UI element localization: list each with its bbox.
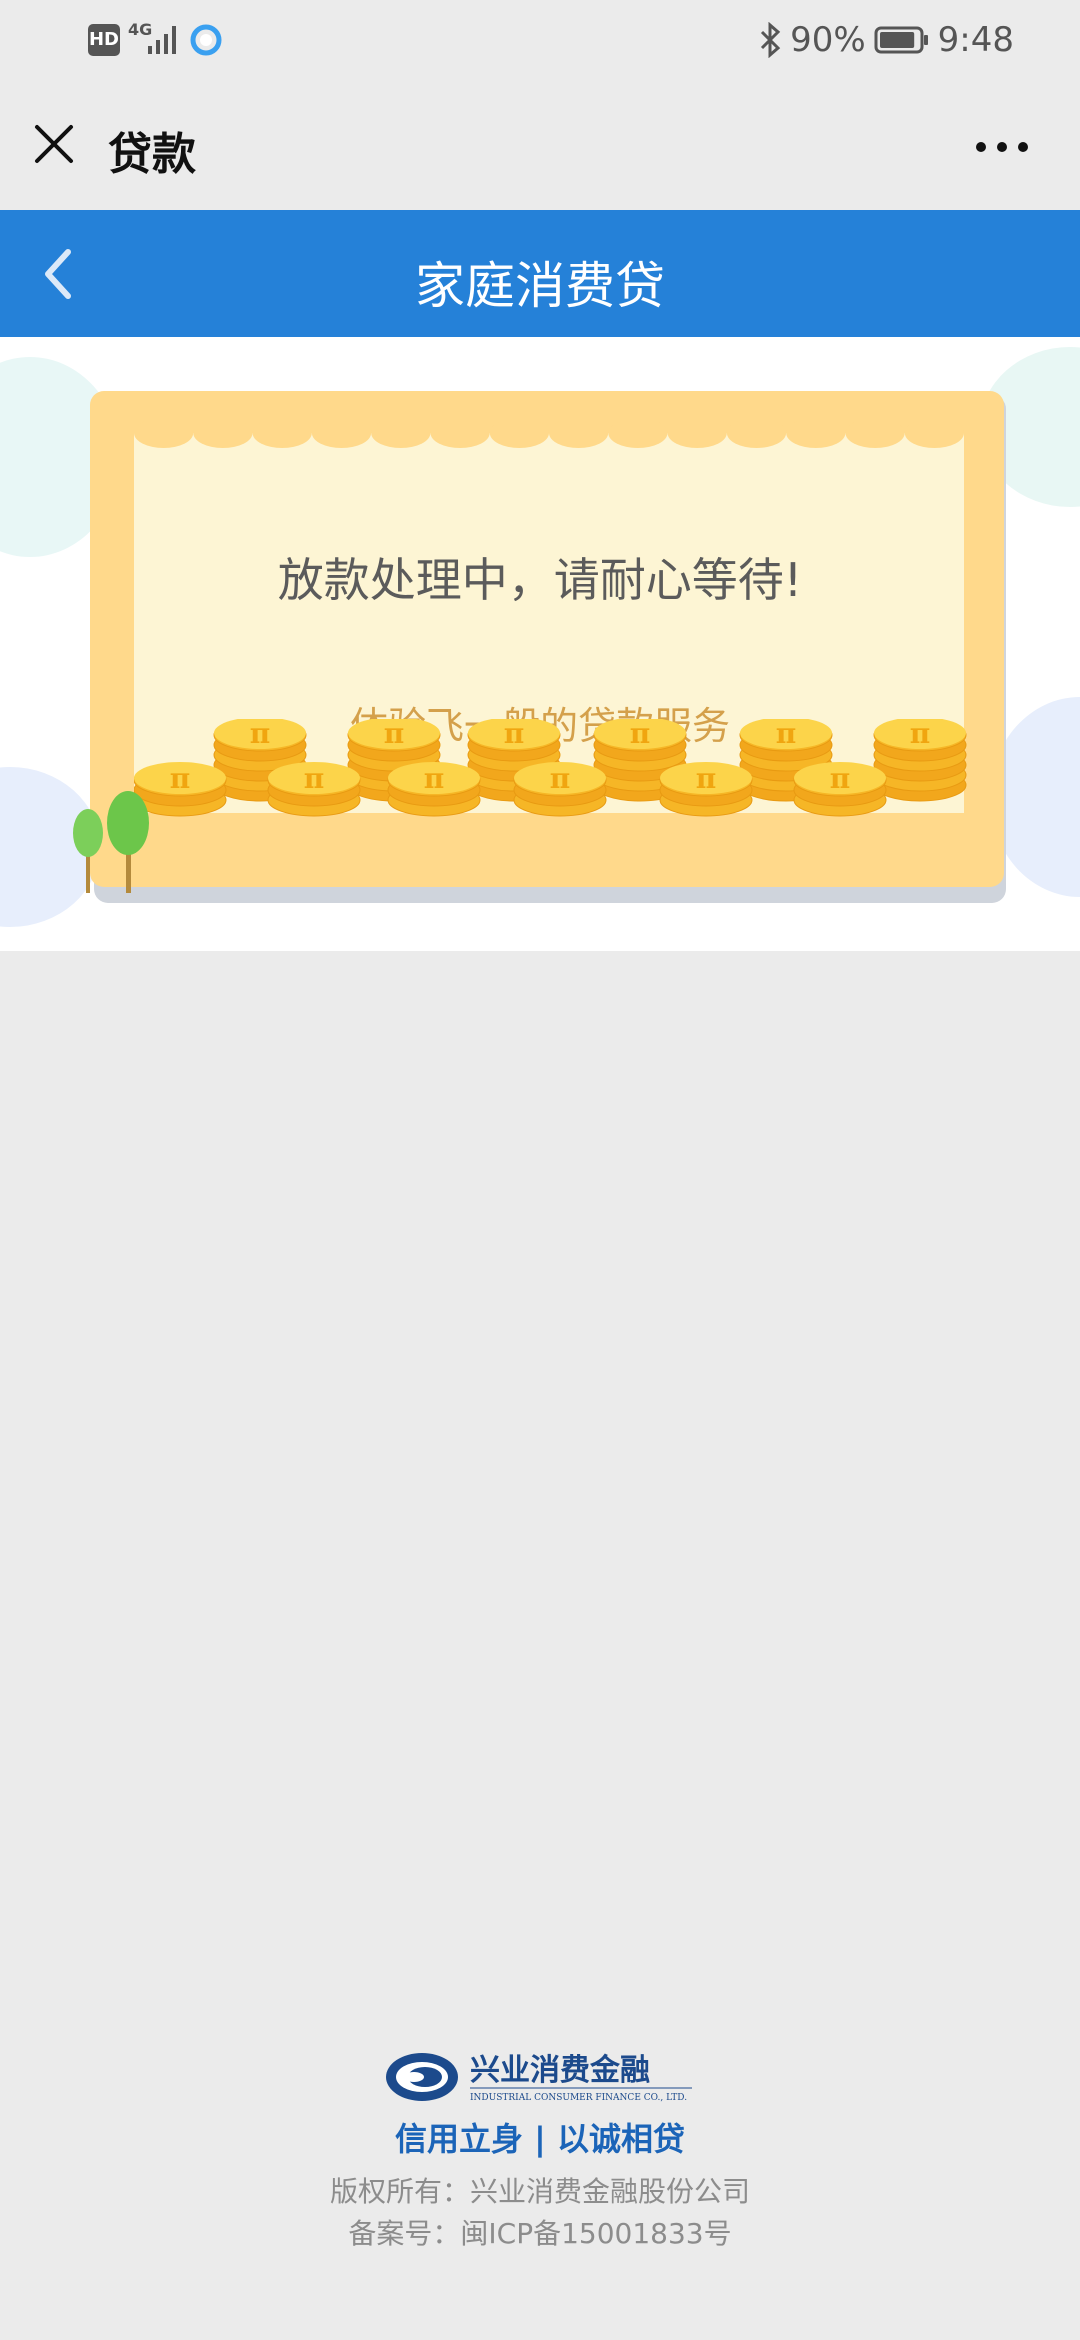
hd-icon: HD: [88, 24, 120, 56]
webview-title-bar: 贷款: [0, 80, 1080, 210]
tree-icon: [73, 791, 149, 893]
coin-symbol: π: [304, 762, 325, 795]
browser-notification-icon: [190, 24, 222, 56]
scallop-border: [134, 421, 964, 448]
header-title: 家庭消费贷: [415, 257, 665, 315]
clock: 9:48: [937, 20, 1014, 60]
scallop: [904, 421, 964, 448]
page-title: 贷款: [108, 129, 196, 180]
scallop: [786, 421, 846, 448]
coin-symbol: π: [696, 762, 717, 795]
app-header: 家庭消费贷: [0, 210, 1080, 337]
coin-symbol: π: [550, 762, 571, 795]
scallop: [489, 421, 549, 448]
scallop: [845, 421, 905, 448]
logo-english: INDUSTRIAL CONSUMER FINANCE CO., LTD.: [470, 2093, 687, 2103]
scallop: [252, 421, 312, 448]
scallop: [430, 421, 490, 448]
copyright-text: 版权所有：兴业消费金融股份公司: [329, 2175, 750, 2208]
signal-icon: [148, 26, 176, 54]
coin-symbol: π: [910, 719, 931, 750]
coin-symbol: π: [630, 719, 651, 750]
scallop: [667, 421, 727, 448]
icp-number: 备案号：闽ICP备15001833号: [348, 2217, 732, 2250]
coin-symbol: π: [424, 762, 445, 795]
scallop: [549, 421, 609, 448]
coin-symbol: π: [504, 719, 525, 750]
coin-symbol: π: [170, 762, 191, 795]
company-slogan: 信用立身 | 以诚相贷: [395, 2120, 685, 2158]
scallop: [311, 421, 372, 448]
coin-symbol: π: [776, 719, 797, 750]
coin-symbol: π: [250, 719, 271, 750]
coin-symbol: π: [830, 762, 851, 795]
scallop: [193, 421, 253, 448]
status-banner: 放款处理中，请耐心等待! 体验飞一般的贷款服务 ππππππππππππ: [0, 337, 1080, 951]
close-icon[interactable]: [34, 124, 74, 164]
scallop: [726, 421, 787, 448]
company-logo: 兴业消费金融 INDUSTRIAL CONSUMER FINANCE CO., …: [386, 2053, 692, 2103]
status-message: 放款处理中，请耐心等待!: [277, 553, 803, 607]
bluetooth-icon: [761, 22, 781, 58]
status-bar: HD 4G 90% 9:48: [0, 0, 1080, 80]
scallop: [608, 421, 668, 448]
coin-stacks-illustration: π π π π π ππ π π π π π: [134, 719, 967, 817]
more-dots-icon[interactable]: [974, 140, 1030, 154]
scallop: [134, 421, 194, 448]
logo-name: 兴业消费金融: [470, 2053, 650, 2088]
coin-symbol: π: [384, 719, 405, 750]
battery-percent: 90%: [790, 20, 866, 60]
scallop: [371, 421, 431, 448]
battery-icon: [874, 26, 928, 54]
